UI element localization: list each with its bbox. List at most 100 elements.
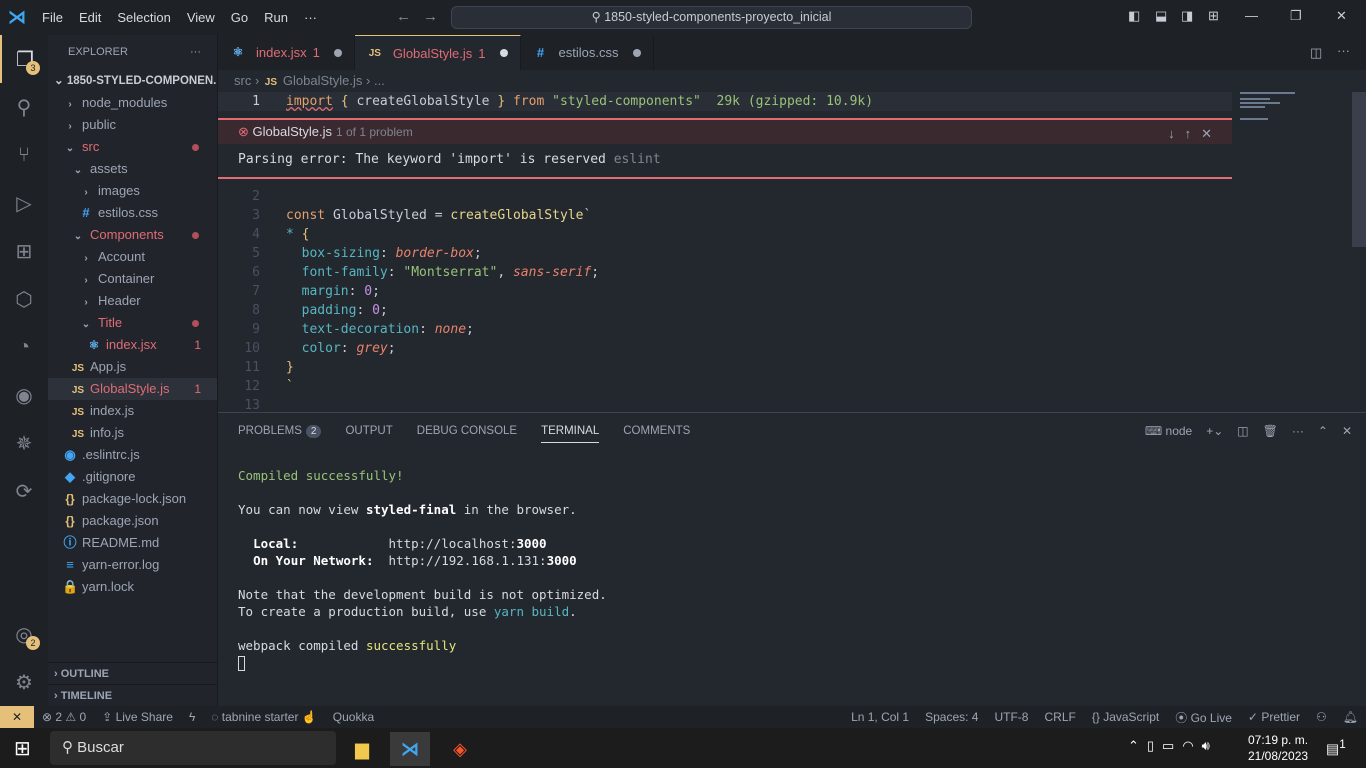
editor-more-icon[interactable]: ··· [1337, 43, 1350, 58]
status-golive[interactable]: ⦿ Go Live [1175, 709, 1232, 726]
code-line-4[interactable]: 4 * { [218, 225, 1232, 244]
tree-item[interactable]: › images [48, 180, 217, 202]
project-root[interactable]: ⌄ 1850-STYLED-COMPONEN... [48, 70, 217, 92]
status-cursor-position[interactable]: Ln 1, Col 1 [851, 710, 909, 724]
kill-terminal-icon[interactable]: 🗑 [1263, 424, 1278, 438]
restore-button[interactable]: ❐ [1290, 8, 1302, 24]
back-icon[interactable]: ← [396, 8, 411, 25]
menu-run[interactable]: Run [256, 10, 296, 25]
breadcrumb-src[interactable]: src [234, 73, 251, 88]
status-language[interactable]: {} JavaScript [1092, 710, 1159, 724]
kubernetes-icon[interactable]: ✵ [0, 419, 48, 467]
code-line-5[interactable]: 5 box-sizing: border-box; [218, 244, 1232, 263]
windows-start-icon[interactable]: ⊞ [14, 736, 31, 761]
source-control-icon[interactable]: ⑂ [0, 131, 48, 179]
close-peek-icon[interactable]: ✕ [1201, 126, 1222, 141]
code-line-6[interactable]: 6 font-family: "Montserrat", sans-serif; [218, 263, 1232, 282]
git-graph-icon[interactable]: ◔ [0, 323, 48, 371]
code-line-10[interactable]: 10 color: grey; [218, 339, 1232, 358]
tree-item[interactable]: {} package-lock.json [48, 488, 217, 510]
tree-item[interactable]: › Container [48, 268, 217, 290]
code-line-9[interactable]: 9 text-decoration: none; [218, 320, 1232, 339]
code-line-2[interactable]: 2 [218, 187, 1232, 206]
status-liveshare[interactable]: ⇪ Live Share [102, 710, 173, 724]
github-icon[interactable]: ◉ [0, 371, 48, 419]
next-problem-icon[interactable]: ↓ [1168, 126, 1185, 141]
toggle-sidebar-icon[interactable]: ◧ [1128, 8, 1140, 24]
terminal-selector[interactable]: ⌨ node [1145, 424, 1192, 438]
code-line-11[interactable]: 11} [218, 358, 1232, 377]
code-line-3[interactable]: 3 const GlobalStyled = createGlobalStyle` [218, 206, 1232, 225]
more-actions-icon[interactable]: ··· [190, 35, 201, 70]
tree-item[interactable]: ≡ yarn-error.log [48, 554, 217, 576]
tree-item[interactable]: ⌄ Components [48, 224, 217, 246]
maximize-panel-icon[interactable]: ⌃ [1318, 424, 1328, 438]
run-debug-icon[interactable]: ▷ [0, 179, 48, 227]
tree-item[interactable]: ⓘ README.md [48, 532, 217, 554]
command-center-search[interactable]: ⚲ 1850-styled-components-proyecto_inicia… [451, 6, 972, 29]
new-terminal-icon[interactable]: +⌄ [1206, 424, 1223, 438]
tree-item[interactable]: ◉ .eslintrc.js [48, 444, 217, 466]
taskbar-search[interactable]: ⚲ Buscar [50, 731, 336, 765]
timeline-section[interactable]: › TIMELINE [48, 684, 218, 706]
panel-tab-problems[interactable]: PROBLEMS 2 [238, 425, 322, 438]
menu-file[interactable]: File [34, 10, 71, 25]
extensions-icon[interactable]: ⊞ [0, 227, 48, 275]
tree-item[interactable]: ⌄ assets [48, 158, 217, 180]
file-explorer-icon[interactable]: ▆ [342, 732, 382, 766]
close-button[interactable]: ✕ [1336, 8, 1347, 24]
tree-item[interactable]: JS GlobalStyle.js 1 [48, 378, 217, 400]
explorer-icon[interactable]: ❐ 3 [0, 35, 48, 83]
unsaved-dot[interactable] [499, 49, 508, 57]
terminal-output[interactable]: Compiled successfully! You can now view … [238, 467, 607, 671]
accounts-icon[interactable]: ◎ 2 [0, 610, 48, 658]
remote-explorer-icon[interactable]: ⟳ [0, 467, 48, 515]
tree-item[interactable]: › node_modules [48, 92, 217, 114]
panel-tab-debug-console[interactable]: DEBUG CONSOLE [417, 425, 517, 437]
code-line-1[interactable]: 1 import { createGlobalStyle } from "styl… [218, 92, 1232, 111]
settings-gear-icon[interactable]: ⚙ [0, 658, 48, 706]
tree-item[interactable]: ⚛ index.jsx 1 [48, 334, 217, 356]
accounts-status-icon[interactable]: ⚇ [1316, 710, 1327, 724]
tree-item[interactable]: › Account [48, 246, 217, 268]
docker-icon[interactable]: ⬡ [0, 275, 48, 323]
search-icon[interactable]: ⚲ [0, 83, 48, 131]
tree-item[interactable]: {} package.json [48, 510, 217, 532]
taskbar-clock[interactable]: 07:19 p. m. 21/08/2023 [1248, 732, 1308, 764]
toggle-panel-icon[interactable]: ⬓ [1155, 8, 1167, 24]
code-line-12[interactable]: 12 ` [218, 377, 1232, 396]
tree-item[interactable]: 🔒 yarn.lock [48, 576, 217, 598]
status-encoding[interactable]: UTF-8 [994, 710, 1028, 724]
tree-item[interactable]: ⌄ Title [48, 312, 217, 334]
notifications-bell-icon[interactable]: 🔔︎ [1343, 710, 1358, 724]
panel-tab-terminal[interactable]: TERMINAL [541, 425, 600, 443]
notification-center-icon[interactable]: ▤1 [1326, 738, 1346, 758]
menu-edit[interactable]: Edit [71, 10, 109, 25]
code-line-8[interactable]: 8 padding: 0; [218, 301, 1232, 320]
forward-icon[interactable]: → [423, 8, 438, 25]
status-quokka[interactable]: Quokka [333, 710, 374, 724]
outline-section[interactable]: › OUTLINE [48, 662, 218, 684]
tree-item[interactable]: ◆ .gitignore [48, 466, 217, 488]
menu-selection[interactable]: Selection [109, 10, 178, 25]
menu-view[interactable]: View [179, 10, 223, 25]
menu-more[interactable]: ··· [296, 10, 325, 25]
system-tray-icons[interactable]: ⌃▯▭◠🔊︎ [1128, 738, 1218, 754]
panel-tab-output[interactable]: OUTPUT [345, 425, 392, 437]
unsaved-dot[interactable] [632, 48, 641, 57]
tree-item[interactable]: JS info.js [48, 422, 217, 444]
tab-estilos-css[interactable]: # estilos.css [521, 35, 654, 70]
toggle-secondary-sidebar-icon[interactable]: ◨ [1181, 8, 1193, 24]
status-tabnine[interactable]: ◌ tabnine starter ☝ [211, 710, 316, 724]
tree-item[interactable]: › Header [48, 290, 217, 312]
status-indentation[interactable]: Spaces: 4 [925, 710, 978, 724]
unsaved-dot[interactable] [333, 48, 342, 57]
tree-item[interactable]: # estilos.css [48, 202, 217, 224]
minimize-button[interactable]: — [1245, 8, 1258, 23]
lightning-icon[interactable]: ϟ [189, 710, 195, 724]
code-line-7[interactable]: 7 margin: 0; [218, 282, 1232, 301]
tab-globalstyle-js[interactable]: JS GlobalStyle.js 1 [354, 35, 521, 70]
menu-go[interactable]: Go [223, 10, 256, 25]
tree-item[interactable]: JS App.js [48, 356, 217, 378]
breadcrumb-file[interactable]: GlobalStyle.js [283, 73, 362, 88]
